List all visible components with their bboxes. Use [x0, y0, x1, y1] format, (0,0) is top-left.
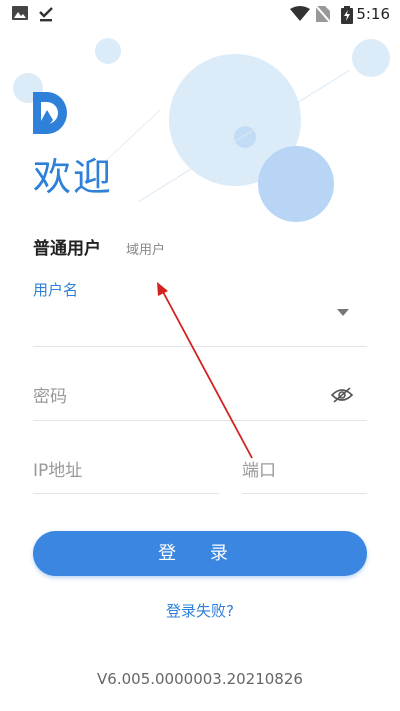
tab-normal-user[interactable]: 普通用户: [33, 234, 101, 259]
port-placeholder: 端口: [242, 461, 276, 481]
download-done-icon: [39, 7, 53, 22]
status-bar: 5:16: [0, 0, 400, 28]
username-label: 用户名: [33, 281, 79, 299]
login-button[interactable]: 登 录: [33, 531, 367, 576]
wifi-icon: [290, 6, 310, 21]
status-time: 5:16: [356, 5, 390, 23]
ip-underline: [33, 493, 219, 494]
welcome-title: 欢迎: [33, 155, 114, 199]
app-logo-icon: [33, 92, 67, 134]
ip-field[interactable]: IP地址: [33, 452, 219, 488]
battery-charging-icon: [341, 6, 353, 24]
username-dropdown[interactable]: [33, 300, 367, 344]
tab-domain-user[interactable]: 域用户: [126, 239, 165, 258]
image-icon: [12, 6, 28, 20]
eye-off-icon[interactable]: [331, 386, 353, 404]
password-field[interactable]: 密码: [33, 378, 323, 414]
port-underline: [242, 493, 367, 494]
password-underline: [33, 420, 367, 421]
username-underline: [33, 346, 367, 347]
login-failed-link[interactable]: 登录失败?: [0, 600, 400, 621]
no-sim-icon: [316, 6, 330, 22]
dropdown-arrow-icon: [337, 309, 349, 316]
ip-placeholder: IP地址: [33, 461, 83, 481]
port-field[interactable]: 端口: [242, 452, 367, 488]
password-placeholder: 密码: [33, 387, 67, 407]
version-label: V6.005.0000003.20210826: [97, 670, 303, 688]
